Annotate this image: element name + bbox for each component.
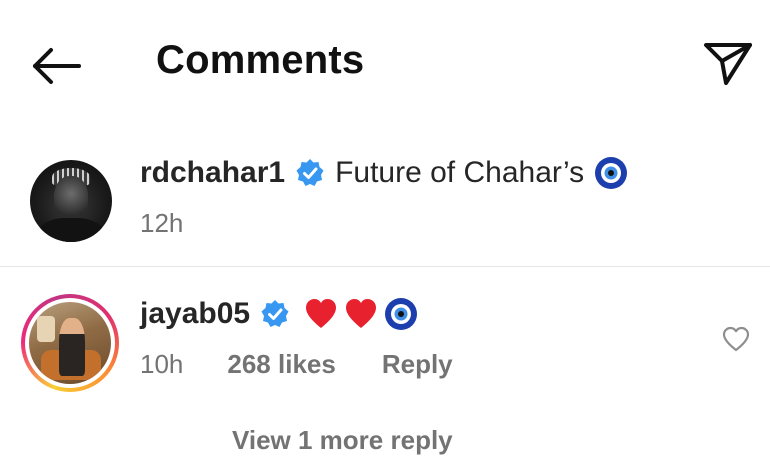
comments-header: Comments (0, 0, 770, 125)
comment-item: jayab05 10h 268 likes Reply View 1 more … (0, 267, 770, 455)
comment-meta: 10h 268 likes Reply (140, 349, 453, 380)
story-ring[interactable] (21, 294, 119, 392)
verified-badge-icon (295, 158, 325, 188)
caption-meta: 12h (140, 208, 183, 239)
comment-likes[interactable]: 268 likes (227, 349, 335, 380)
back-button[interactable] (26, 40, 86, 92)
nazar-amulet-icon (594, 156, 628, 190)
comment-time: 10h (140, 349, 184, 379)
caption-line: rdchahar1 Future of Chahar’s (140, 156, 628, 190)
verified-badge-icon (260, 299, 290, 329)
heart-outline-icon (722, 326, 750, 352)
caption-username[interactable]: rdchahar1 (140, 156, 285, 190)
nazar-amulet-icon (384, 297, 418, 331)
avatar[interactable] (30, 160, 112, 242)
view-replies-link[interactable]: View 1 more reply (232, 425, 453, 456)
caption-time: 12h (140, 208, 184, 238)
share-button[interactable] (700, 38, 756, 88)
red-heart-icon (344, 297, 378, 331)
comment-line: jayab05 (140, 297, 418, 331)
post-caption: rdchahar1 Future of Chahar’s 12h (0, 140, 770, 265)
page-title: Comments (156, 38, 365, 82)
red-heart-icon (304, 297, 338, 331)
paper-plane-icon (704, 43, 752, 85)
like-button[interactable] (718, 323, 754, 355)
comment-username[interactable]: jayab05 (140, 297, 250, 331)
avatar[interactable] (29, 302, 111, 384)
caption-text: Future of Chahar’s (335, 156, 585, 189)
reply-button[interactable]: Reply (382, 349, 453, 380)
arrow-left-icon (33, 48, 81, 84)
